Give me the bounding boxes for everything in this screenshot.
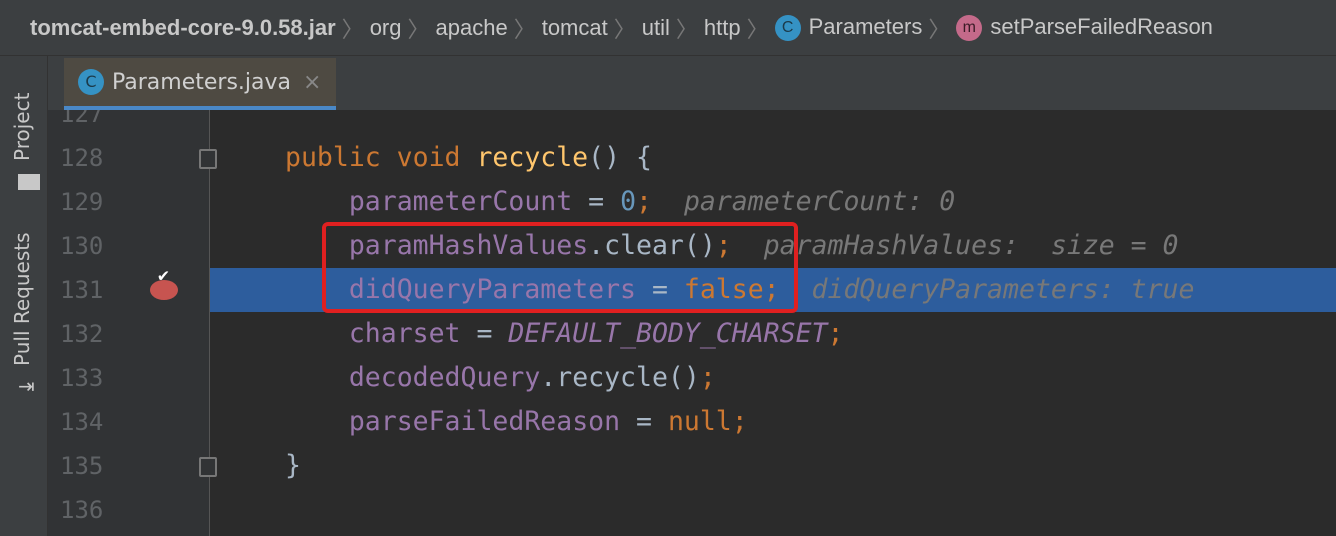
chevron-right-icon: 〉 bbox=[341, 16, 364, 42]
code-token: public void bbox=[285, 142, 477, 173]
class-icon: C bbox=[78, 69, 104, 95]
code-text: } bbox=[285, 444, 301, 488]
code-token: = bbox=[572, 186, 621, 217]
line-number: 135 bbox=[60, 452, 104, 480]
breadcrumb-label: setParseFailedReason bbox=[990, 13, 1213, 39]
code-token: () { bbox=[588, 142, 652, 173]
chevron-right-icon: 〉 bbox=[407, 16, 430, 42]
code-token: = bbox=[460, 318, 509, 349]
breadcrumb-label: apache bbox=[435, 14, 508, 40]
tool-window-strip: Project Pull Requests ⇥ bbox=[0, 56, 48, 536]
chevron-right-icon: 〉 bbox=[746, 16, 769, 42]
annotation-box bbox=[322, 222, 798, 313]
code-token: DEFAULT_BODY_CHARSET bbox=[508, 318, 828, 349]
method-icon: m bbox=[956, 15, 983, 42]
breadcrumb-item[interactable]: apache bbox=[436, 15, 508, 41]
code-line[interactable]: 128 public void recycle() { bbox=[0, 136, 1336, 180]
breadcrumb-item[interactable]: http bbox=[704, 15, 741, 41]
code-text: decodedQuery.recycle(); bbox=[285, 356, 716, 400]
code-token: parameterCount bbox=[348, 186, 573, 217]
chevron-right-icon: 〉 bbox=[613, 16, 636, 42]
chevron-right-icon: 〉 bbox=[675, 16, 698, 42]
line-number: 136 bbox=[60, 496, 104, 524]
breadcrumb-item[interactable]: org bbox=[370, 15, 402, 41]
code-line[interactable]: 134 parseFailedReason = null; bbox=[0, 400, 1336, 444]
code-token: ; bbox=[827, 318, 844, 349]
class-icon: C bbox=[774, 15, 801, 42]
inline-debug-value: parameterCount: 0 bbox=[683, 186, 956, 217]
code-line[interactable]: 133 decodedQuery.recycle(); bbox=[0, 356, 1336, 400]
line-number: 134 bbox=[60, 408, 104, 436]
code-line[interactable]: 136 bbox=[0, 488, 1336, 532]
line-number: 132 bbox=[60, 320, 104, 348]
inline-debug-value: paramHashValues: size = 0 bbox=[763, 230, 1179, 261]
breadcrumb-item[interactable]: C Parameters bbox=[774, 13, 923, 42]
code-token: decodedQuery bbox=[348, 362, 541, 393]
tab-label: Parameters.java bbox=[112, 69, 292, 95]
folder-icon bbox=[18, 174, 40, 190]
breadcrumb-label: http bbox=[703, 14, 741, 40]
code-editor[interactable]: 127 128 public void recycle() {129 paramet… bbox=[0, 92, 1336, 536]
code-token: } bbox=[285, 450, 301, 481]
breadcrumb-item[interactable]: tomcat bbox=[542, 15, 608, 41]
code-token: = bbox=[620, 406, 668, 437]
close-icon[interactable]: × bbox=[303, 70, 321, 95]
code-line[interactable]: 132 charset = DEFAULT_BODY_CHARSET; bbox=[0, 312, 1336, 356]
inline-debug-value: didQueryParameters: true bbox=[811, 274, 1195, 305]
breadcrumb-item[interactable]: m setParseFailedReason bbox=[956, 13, 1213, 42]
code-token: recycle bbox=[476, 142, 589, 173]
code-token: null; bbox=[667, 406, 748, 437]
chevron-right-icon: 〉 bbox=[928, 16, 951, 42]
breakpoint-icon[interactable] bbox=[150, 266, 178, 300]
code-token: parseFailedReason bbox=[348, 406, 621, 437]
project-tool-button[interactable]: Project bbox=[0, 66, 48, 196]
breadcrumb: tomcat-embed-core-9.0.58.jar 〉 org 〉 apache 〉… bbox=[0, 0, 1336, 56]
code-text: public void recycle() { bbox=[285, 136, 652, 180]
code-token: charset bbox=[348, 318, 461, 349]
breadcrumb-item[interactable]: util bbox=[642, 15, 670, 41]
code-text: parseFailedReason = null; bbox=[285, 400, 748, 444]
line-number: 130 bbox=[60, 232, 104, 260]
line-number: 128 bbox=[60, 144, 104, 172]
code-token: ; bbox=[699, 362, 716, 393]
editor-tabs: C Parameters.java × bbox=[48, 56, 1336, 110]
line-number: 131 bbox=[60, 276, 104, 304]
breadcrumb-label: tomcat bbox=[541, 14, 608, 40]
tab-parameters-java[interactable]: C Parameters.java × bbox=[64, 58, 336, 110]
fold-marker-icon[interactable] bbox=[199, 457, 217, 477]
code-text: parameterCount = 0; parameterCount: 0 bbox=[285, 180, 955, 224]
breadcrumb-label: util bbox=[641, 14, 670, 40]
code-line[interactable]: 129 parameterCount = 0; parameterCount: … bbox=[0, 180, 1336, 224]
pull-request-icon: ⇥ bbox=[18, 374, 35, 398]
pull-requests-tool-button[interactable]: Pull Requests ⇥ bbox=[0, 216, 48, 406]
project-label: Project bbox=[10, 92, 34, 161]
breadcrumb-item[interactable]: tomcat-embed-core-9.0.58.jar bbox=[30, 15, 336, 41]
code-line[interactable]: 135} bbox=[0, 444, 1336, 488]
code-text: charset = DEFAULT_BODY_CHARSET; bbox=[285, 312, 844, 356]
breadcrumb-label: tomcat-embed-core-9.0.58.jar bbox=[30, 14, 336, 40]
chevron-right-icon: 〉 bbox=[513, 16, 536, 42]
breadcrumb-label: org bbox=[369, 14, 402, 40]
line-number: 133 bbox=[60, 364, 104, 392]
breadcrumb-label: Parameters bbox=[808, 13, 923, 39]
pull-requests-label: Pull Requests bbox=[10, 232, 34, 366]
line-number: 129 bbox=[60, 188, 104, 216]
code-token: .recycle() bbox=[540, 362, 700, 393]
code-token: ; bbox=[636, 186, 653, 217]
fold-marker-icon[interactable] bbox=[199, 149, 217, 169]
code-token: 0 bbox=[620, 186, 637, 217]
